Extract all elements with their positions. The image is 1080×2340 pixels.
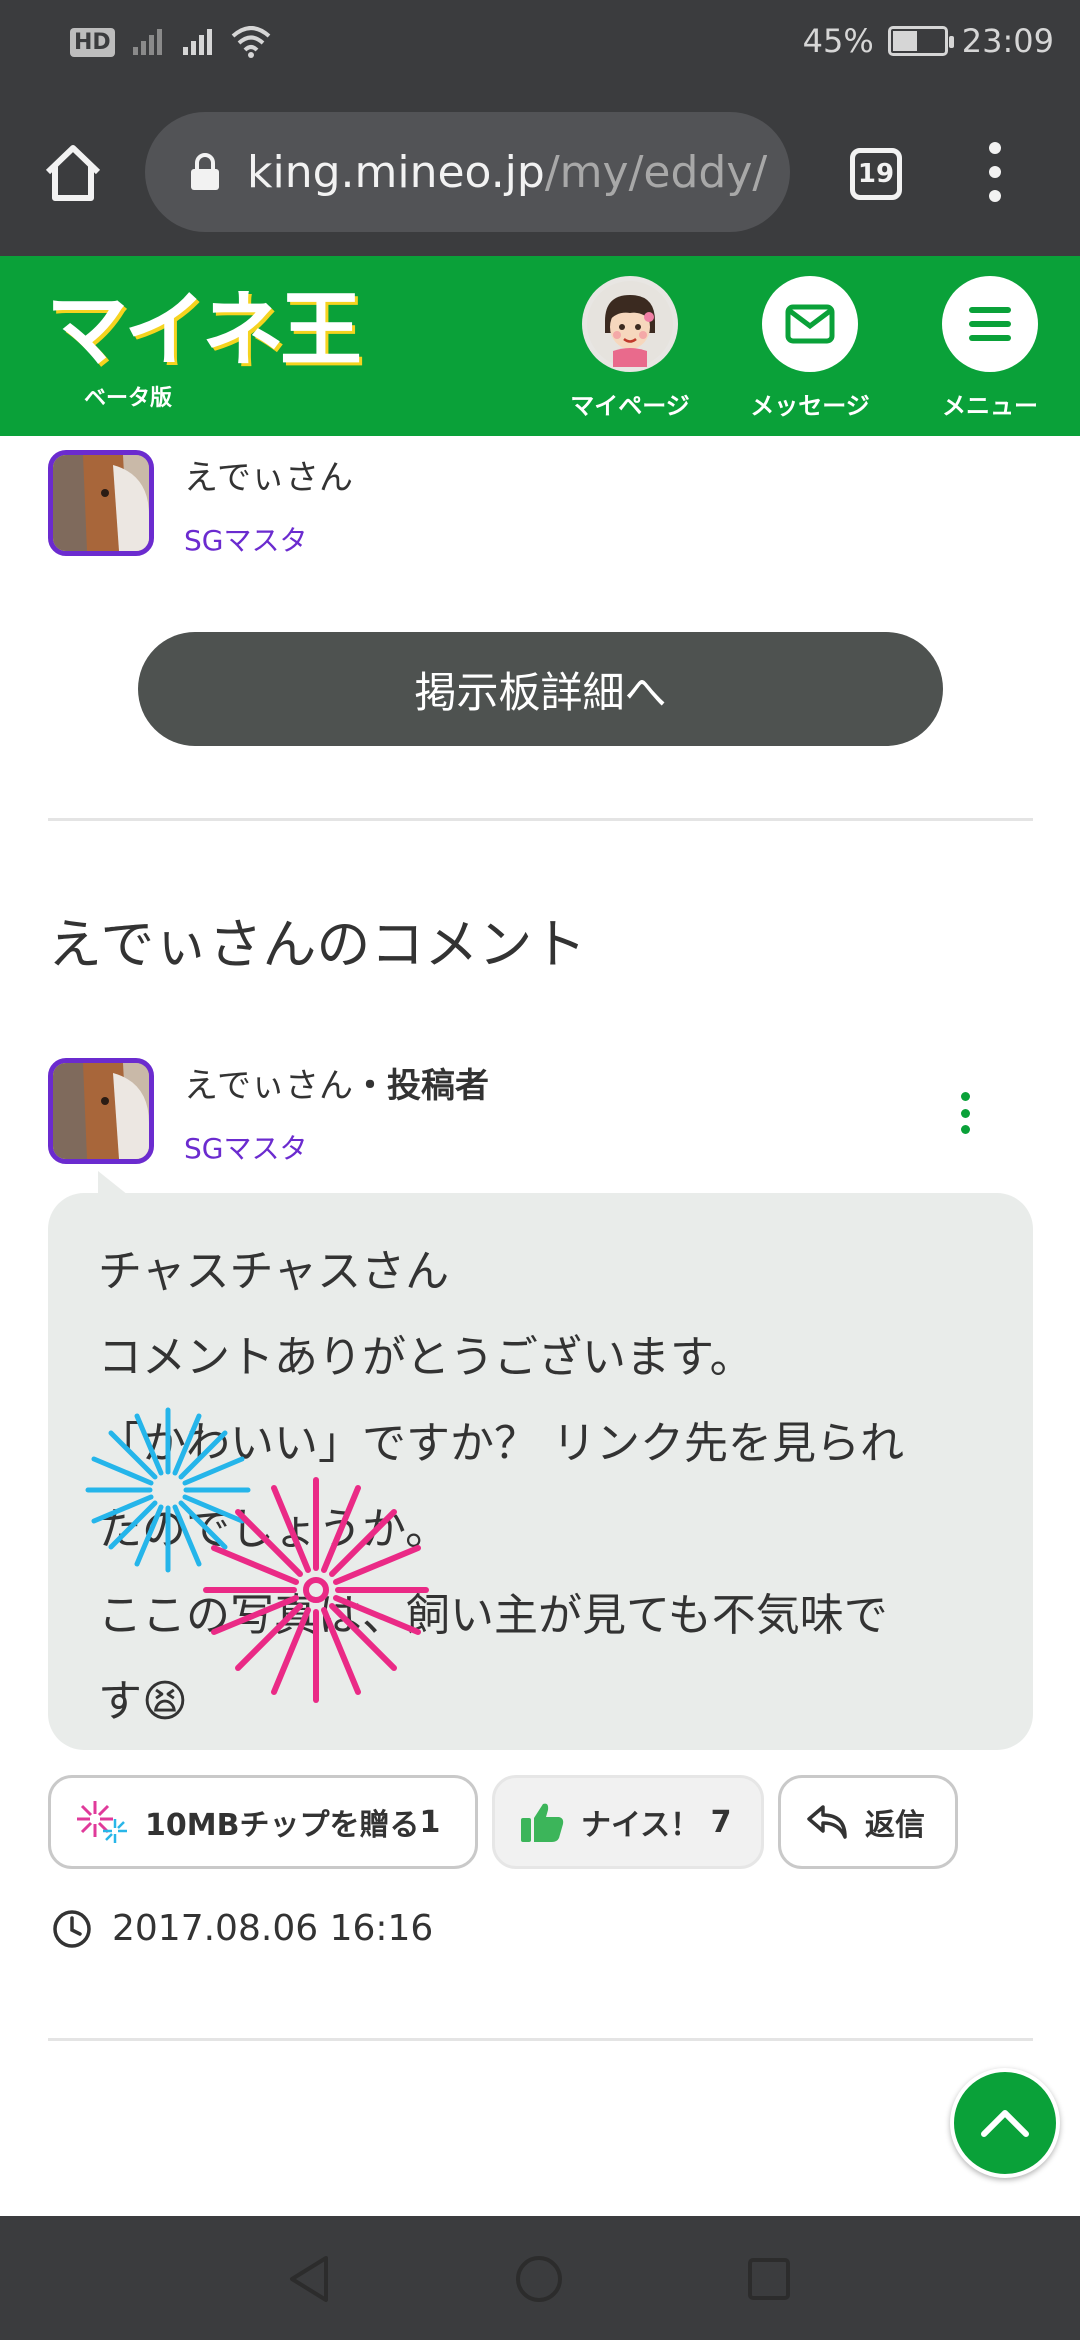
nav-message-label: メッセージ	[750, 392, 870, 420]
fireworks-icon	[77, 1801, 127, 1843]
clock-icon	[53, 1909, 91, 1948]
comment-author: えでぃさん・投稿者 SGマスタ	[48, 1058, 489, 1167]
home-nav-icon[interactable]	[514, 2254, 564, 2304]
nav-menu[interactable]: メニュー	[915, 276, 1065, 421]
emoji-icon: 😫	[142, 1676, 188, 1727]
nav-menu-label: メニュー	[942, 392, 1038, 420]
rabbit-photo	[53, 1063, 149, 1159]
user-name[interactable]: えでぃさん	[184, 450, 353, 499]
divider	[48, 818, 1033, 821]
url-bar[interactable]: king.mineo.jp/my/eddy/	[145, 112, 790, 232]
comment-line: コメントありがとうございます。	[98, 1332, 754, 1383]
url-path: /my/eddy/	[544, 146, 768, 198]
tip-button[interactable]: 10MBチップを贈る 1	[48, 1775, 478, 1869]
comment-line: チャスチャスさん	[98, 1246, 450, 1297]
comment-author-rank: SGマスタ	[184, 1132, 308, 1165]
reply-button[interactable]: 返信	[778, 1775, 958, 1869]
section-title: えでぃさんのコメント	[48, 913, 587, 976]
message-circle	[762, 276, 858, 372]
board-author: えでぃさん SGマスタ	[48, 450, 353, 559]
comment-author-name[interactable]: えでぃさん	[184, 1066, 353, 1106]
mypage-avatar	[582, 276, 678, 372]
reply-icon	[807, 1805, 847, 1839]
tab-switcher-button[interactable]: 19	[850, 148, 902, 200]
hamburger-icon	[969, 307, 1011, 341]
reply-label: 返信	[865, 1808, 925, 1843]
comment-line: ここの写真は、飼い主が見ても不気味で	[98, 1590, 888, 1641]
nav-message[interactable]: メッセージ	[735, 276, 885, 421]
clock: 23:09	[961, 22, 1054, 60]
home-icon[interactable]	[40, 140, 106, 206]
comment-line: たのでしょうか。	[98, 1504, 450, 1555]
comment-more-icon[interactable]	[955, 1092, 975, 1134]
scroll-to-top-button[interactable]	[950, 2068, 1060, 2178]
tip-count: 1	[419, 1804, 441, 1840]
timestamp-text: 2017.08.06 16:16	[112, 1908, 434, 1949]
user-info: えでぃさん SGマスタ	[184, 450, 353, 559]
site-header: マイネ王 ベータ版 マイページ メッセージ メニュー	[0, 256, 1080, 436]
url-host: king.mineo.jp	[247, 146, 545, 198]
site-logo[interactable]: マイネ王	[46, 283, 362, 378]
poster-badge: ・投稿者	[352, 1066, 489, 1106]
comment-timestamp: 2017.08.06 16:16	[52, 1908, 433, 1949]
comment-author-line: えでぃさん・投稿者	[184, 1058, 489, 1107]
nice-button[interactable]: ナイス！ 7	[492, 1775, 764, 1869]
browser-menu-icon[interactable]	[985, 142, 1005, 202]
comment-bubble: チャスチャスさん コメントありがとうございます。 「かわいい」ですか？ リンク先…	[48, 1171, 1033, 1750]
thumbs-up-icon	[521, 1803, 564, 1842]
nav-mypage[interactable]: マイページ	[555, 276, 705, 421]
back-icon[interactable]	[286, 2254, 332, 2304]
comment-line: す	[98, 1676, 142, 1727]
signal-icon	[132, 29, 162, 55]
chevron-up-icon	[981, 2110, 1029, 2137]
battery-percent: 45%	[802, 22, 874, 60]
hd-badge: HD	[70, 27, 115, 57]
comment-user-info: えでぃさん・投稿者 SGマスタ	[184, 1058, 489, 1167]
user-rank: SGマスタ	[184, 524, 308, 557]
comment-actions: 10MBチップを贈る 1 ナイス！ 7 返信	[48, 1775, 958, 1869]
wifi-icon	[231, 26, 271, 58]
status-left: HD	[70, 26, 271, 58]
divider	[48, 2038, 1033, 2041]
nice-count: 7	[710, 1804, 732, 1840]
system-navigation-bar	[0, 2216, 1080, 2340]
board-detail-button[interactable]: 掲示板詳細へ	[138, 632, 943, 746]
avatar[interactable]	[48, 1058, 154, 1164]
recents-icon[interactable]	[746, 2254, 792, 2304]
signal-icon-2	[182, 29, 212, 55]
battery-icon	[887, 26, 954, 56]
logo-beta-label: ベータ版	[84, 386, 173, 411]
browser-toolbar: king.mineo.jp/my/eddy/ 19	[0, 90, 1080, 256]
comment-line: 「かわいい」ですか？ リンク先を見られ	[98, 1418, 904, 1469]
nav-mypage-label: マイページ	[570, 392, 690, 420]
rabbit-photo	[53, 455, 149, 551]
menu-circle	[942, 276, 1038, 372]
mail-icon	[785, 304, 835, 344]
logo-text: マイネ王	[46, 283, 362, 378]
comment-line-last: す😫	[98, 1659, 983, 1745]
user-avatar-icon	[587, 281, 673, 367]
tip-label: 10MBチップを贈る	[145, 1808, 420, 1843]
avatar[interactable]	[48, 450, 154, 556]
nice-label: ナイス！	[581, 1808, 701, 1843]
status-bar: HD 45% 23:09	[0, 0, 1080, 90]
lock-icon	[191, 153, 219, 190]
status-right: 45% 23:09	[803, 22, 1054, 60]
